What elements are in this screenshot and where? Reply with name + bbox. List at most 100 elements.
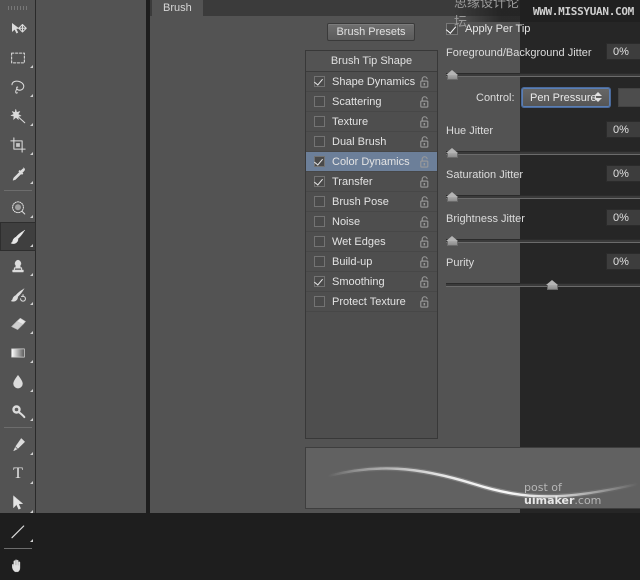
lock-open-icon[interactable] xyxy=(420,216,430,231)
brush-tool[interactable] xyxy=(0,222,36,251)
lock-open-icon xyxy=(420,156,429,168)
brush-option-checkbox[interactable] xyxy=(314,196,325,207)
tool-group-corner-icon xyxy=(30,331,33,334)
crop-tool[interactable] xyxy=(0,130,36,159)
eyedropper-tool[interactable] xyxy=(0,159,36,188)
brush-option-checkbox[interactable] xyxy=(314,176,325,187)
brush-tip-shape-list[interactable]: Brush Tip Shape Shape Dynamics Scattering… xyxy=(305,50,438,439)
arrow-icon xyxy=(9,494,27,512)
lock-open-icon[interactable] xyxy=(420,276,430,291)
slider-track[interactable] xyxy=(446,239,640,243)
purity-value[interactable]: 0% xyxy=(606,253,640,270)
brush-option-checkbox[interactable] xyxy=(314,216,325,227)
quick-selection-tool[interactable] xyxy=(0,101,36,130)
tab-brush[interactable]: Brush xyxy=(152,0,203,16)
lasso-tool[interactable] xyxy=(0,72,36,101)
brush-option-checkbox[interactable] xyxy=(314,96,325,107)
purity-slider[interactable] xyxy=(446,280,640,292)
control-secondary-field[interactable] xyxy=(618,88,640,107)
lock-open-icon[interactable] xyxy=(420,76,430,91)
control-dropdown[interactable]: Pen Pressure xyxy=(522,88,610,107)
saturation-jitter-slider[interactable] xyxy=(446,192,640,204)
lock-open-icon[interactable] xyxy=(420,256,430,271)
brush-option-row[interactable]: Scattering xyxy=(306,92,437,112)
brush-option-row[interactable]: Brush Pose xyxy=(306,192,437,212)
slider-track[interactable] xyxy=(446,73,640,77)
lock-open-icon[interactable] xyxy=(420,156,430,171)
history-brush-tool[interactable] xyxy=(0,280,36,309)
slider-handle[interactable] xyxy=(446,236,459,247)
hue-jitter-slider[interactable] xyxy=(446,148,640,160)
lock-open-icon[interactable] xyxy=(420,116,430,131)
brush-option-row[interactable]: Dual Brush xyxy=(306,132,437,152)
spot-healing-brush-tool[interactable] xyxy=(0,193,36,222)
eraser-tool[interactable] xyxy=(0,309,36,338)
move-tool[interactable] xyxy=(0,14,36,43)
lock-open-icon[interactable] xyxy=(420,176,430,191)
pen-tool[interactable] xyxy=(0,430,36,459)
brush-option-row[interactable]: Noise xyxy=(306,212,437,232)
lock-open-icon xyxy=(420,276,429,288)
brightness-jitter-value[interactable]: 0% xyxy=(606,209,640,226)
brush-option-checkbox[interactable] xyxy=(314,256,325,267)
clone-stamp-tool[interactable] xyxy=(0,251,36,280)
tool-group-corner-icon xyxy=(30,181,33,184)
brush-option-checkbox[interactable] xyxy=(314,76,325,87)
brush-tip-shape-header[interactable]: Brush Tip Shape xyxy=(306,51,437,72)
dodge-icon xyxy=(9,402,27,420)
brush-option-checkbox[interactable] xyxy=(314,236,325,247)
slider-handle[interactable] xyxy=(446,148,459,159)
horizontal-type-tool[interactable]: T xyxy=(0,459,36,488)
gradient-tool[interactable] xyxy=(0,338,36,367)
brush-presets-button[interactable]: Brush Presets xyxy=(327,23,415,41)
brush-option-row[interactable]: Smoothing xyxy=(306,272,437,292)
brush-option-row[interactable]: Build-up xyxy=(306,252,437,272)
lock-open-icon[interactable] xyxy=(420,196,430,211)
brush-option-label: Transfer xyxy=(332,175,373,188)
brush-option-row[interactable]: Texture xyxy=(306,112,437,132)
rectangular-marquee-tool[interactable] xyxy=(0,43,36,72)
lock-open-icon xyxy=(420,96,429,108)
slider-track[interactable] xyxy=(446,195,640,199)
slider-track[interactable] xyxy=(446,151,640,155)
brightness-jitter-slider[interactable] xyxy=(446,236,640,248)
fg-bg-jitter-value[interactable]: 0% xyxy=(606,43,640,60)
hue-jitter-label: Hue Jitter xyxy=(446,125,494,137)
lock-open-icon[interactable] xyxy=(420,296,430,311)
hue-jitter-value[interactable]: 0% xyxy=(606,121,640,138)
lock-open-icon xyxy=(420,216,429,228)
slider-track[interactable] xyxy=(446,283,640,287)
brush-option-checkbox[interactable] xyxy=(314,276,325,287)
dodge-tool[interactable] xyxy=(0,396,36,425)
brush-option-checkbox[interactable] xyxy=(314,156,325,167)
brush-option-row[interactable]: Wet Edges xyxy=(306,232,437,252)
tools-panel-drag-handle[interactable] xyxy=(0,0,35,14)
slider-handle[interactable] xyxy=(446,70,459,81)
brightness-jitter-head: Brightness Jitter 0% xyxy=(446,209,640,228)
brush-option-row[interactable]: Protect Texture xyxy=(306,292,437,312)
lock-open-icon xyxy=(420,76,429,88)
purity-group: Purity 0% xyxy=(446,253,640,292)
saturation-jitter-value[interactable]: 0% xyxy=(606,165,640,182)
tool-list: T xyxy=(0,14,36,580)
slider-handle[interactable] xyxy=(446,192,459,203)
slider-handle[interactable] xyxy=(545,280,559,291)
lock-open-icon[interactable] xyxy=(420,96,430,111)
blur-tool[interactable] xyxy=(0,367,36,396)
saturation-jitter-head: Saturation Jitter 0% xyxy=(446,165,640,184)
brush-option-checkbox[interactable] xyxy=(314,116,325,127)
brush-option-row[interactable]: Color Dynamics xyxy=(306,152,437,172)
brush-option-checkbox[interactable] xyxy=(314,296,325,307)
brush-option-checkbox[interactable] xyxy=(314,136,325,147)
line-shape-tool[interactable] xyxy=(0,517,36,546)
brush-option-row[interactable]: Transfer xyxy=(306,172,437,192)
brush-panel: Brush Brush Presets Brush Tip Shape Shap… xyxy=(150,0,640,513)
hand-tool[interactable] xyxy=(0,551,36,580)
lock-open-icon[interactable] xyxy=(420,136,430,151)
lock-open-icon xyxy=(420,296,429,308)
tool-group-corner-icon xyxy=(30,273,33,276)
fg-bg-jitter-slider[interactable] xyxy=(446,70,640,82)
brush-option-row[interactable]: Shape Dynamics xyxy=(306,72,437,92)
wand-icon xyxy=(9,107,27,125)
lock-open-icon[interactable] xyxy=(420,236,430,251)
